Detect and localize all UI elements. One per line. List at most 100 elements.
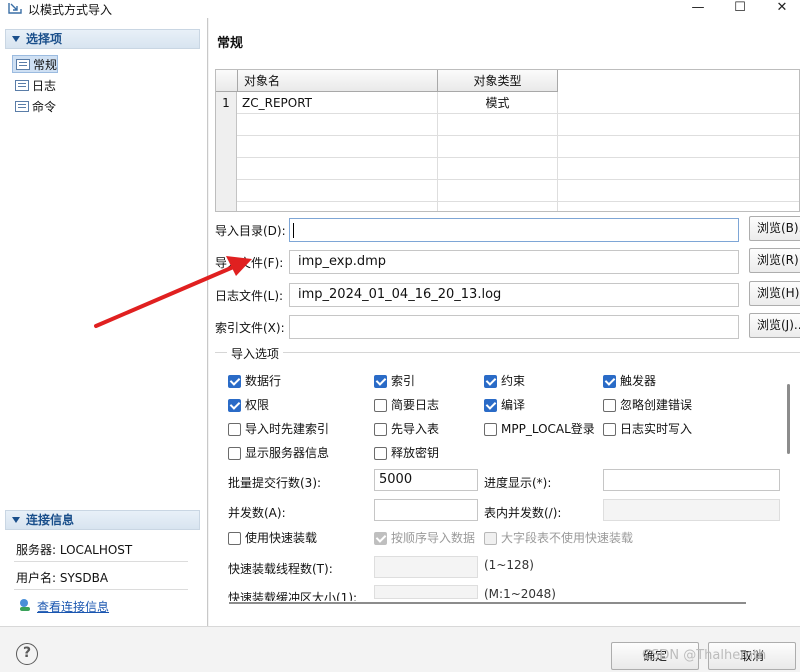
import-dir-row: 导入目录(D): 浏览(B)... bbox=[215, 216, 800, 242]
import-options-title: 导入选项 bbox=[227, 345, 284, 362]
checkbox-show-server-info[interactable]: 显示服务器信息 bbox=[228, 446, 329, 462]
checkbox-box bbox=[374, 447, 387, 460]
connection-section-header[interactable]: 连接信息 bbox=[5, 510, 200, 530]
collapse-triangle-icon bbox=[12, 517, 20, 523]
list-icon bbox=[16, 59, 30, 70]
title-bar: 以模式方式导入 — ☐ ✕ bbox=[0, 0, 800, 18]
import-file-input[interactable]: imp_exp.dmp bbox=[289, 250, 739, 274]
checkbox-no-fast-large-field[interactable]: 大字段表不使用快速装载 bbox=[484, 531, 633, 547]
table-row[interactable] bbox=[216, 158, 799, 180]
checkbox-release-key[interactable]: 释放密钥 bbox=[374, 446, 439, 462]
checkbox-ignore-errors[interactable]: 忽略创建错误 bbox=[603, 398, 692, 414]
checkbox-box bbox=[484, 375, 497, 388]
fast-threads-input[interactable] bbox=[374, 556, 478, 578]
row-number bbox=[216, 180, 237, 202]
cell[interactable] bbox=[238, 158, 438, 180]
browse-log-button[interactable]: 浏览(H)... bbox=[749, 281, 800, 306]
column-header-type[interactable]: 对象类型 bbox=[438, 70, 558, 92]
collapse-triangle-icon bbox=[12, 36, 20, 42]
checkbox-brief-log[interactable]: 简要日志 bbox=[374, 398, 439, 414]
checkbox-box bbox=[228, 532, 241, 545]
fast-threads-label: 快速装载线程数(T): bbox=[228, 562, 333, 576]
row-number bbox=[216, 114, 237, 136]
table-corner bbox=[216, 70, 238, 92]
connection-info-icon bbox=[20, 599, 30, 611]
index-file-row: 索引文件(X): 浏览(J)... bbox=[215, 313, 800, 339]
table-row[interactable] bbox=[216, 180, 799, 202]
index-file-input[interactable] bbox=[289, 315, 739, 339]
checkbox-trigger[interactable]: 触发器 bbox=[603, 374, 656, 390]
checkbox-constraint[interactable]: 约束 bbox=[484, 374, 525, 390]
row-number bbox=[216, 136, 237, 158]
checkbox-fast-load[interactable]: 使用快速装载 bbox=[228, 531, 317, 547]
cell[interactable] bbox=[238, 180, 438, 202]
options-section-header[interactable]: 选择项 bbox=[5, 29, 200, 49]
log-file-input[interactable]: imp_2024_01_04_16_20_13.log bbox=[289, 283, 739, 307]
checkbox-privilege[interactable]: 权限 bbox=[228, 398, 269, 414]
checkbox-box bbox=[228, 399, 241, 412]
checkbox-box bbox=[603, 423, 616, 436]
checkbox-compile[interactable]: 编译 bbox=[484, 398, 525, 414]
sidebar-item-command[interactable]: 命令 bbox=[14, 98, 56, 116]
sidebar-item-log[interactable]: 日志 bbox=[14, 77, 56, 95]
checkbox-mpp-local-login[interactable]: MPP_LOCAL登录 bbox=[484, 422, 595, 438]
cell[interactable] bbox=[238, 202, 438, 211]
checkbox-data-rows[interactable]: 数据行 bbox=[228, 374, 281, 390]
cell[interactable] bbox=[438, 180, 558, 202]
sidebar-item-label: 命令 bbox=[32, 100, 57, 114]
cell[interactable] bbox=[438, 202, 558, 211]
table-row[interactable]: 1 ZC_REPORT 模式 bbox=[216, 92, 799, 114]
minimize-button[interactable]: — bbox=[678, 0, 718, 18]
checkbox-index[interactable]: 索引 bbox=[374, 374, 415, 390]
row-number bbox=[216, 202, 237, 211]
fast-buffer-input[interactable] bbox=[374, 585, 478, 599]
sidebar-item-label: 日志 bbox=[32, 79, 57, 93]
checkbox-box bbox=[484, 532, 497, 545]
checkbox-build-index-first[interactable]: 导入时先建索引 bbox=[228, 422, 329, 438]
import-file-row: 导入文件(F): imp_exp.dmp 浏览(R)... bbox=[215, 248, 800, 274]
table-row[interactable] bbox=[216, 202, 799, 211]
progress-input[interactable] bbox=[603, 469, 780, 491]
checkbox-log-realtime[interactable]: 日志实时写入 bbox=[603, 422, 692, 438]
close-button[interactable]: ✕ bbox=[762, 0, 800, 18]
log-file-label: 日志文件(L): bbox=[215, 289, 284, 303]
checkbox-box bbox=[374, 399, 387, 412]
checkbox-box bbox=[603, 375, 616, 388]
help-icon[interactable]: ? bbox=[16, 643, 38, 665]
cell-object-name[interactable]: ZC_REPORT bbox=[238, 92, 438, 114]
page-title: 常规 bbox=[217, 36, 244, 51]
row-number: 1 bbox=[216, 92, 237, 114]
browse-dir-button[interactable]: 浏览(B)... bbox=[749, 216, 800, 241]
cell[interactable] bbox=[438, 136, 558, 158]
table-parallel-input[interactable] bbox=[603, 499, 780, 521]
browse-file-button[interactable]: 浏览(R)... bbox=[749, 248, 800, 273]
cell[interactable] bbox=[438, 114, 558, 136]
server-info: 服务器: LOCALHOST bbox=[16, 543, 133, 557]
column-header-name[interactable]: 对象名 bbox=[238, 70, 438, 92]
table-parallel-label: 表内并发数(/): bbox=[484, 506, 562, 520]
vertical-scrollbar[interactable] bbox=[787, 384, 790, 454]
batch-rows-input[interactable]: 5000 bbox=[374, 469, 478, 491]
import-dir-input[interactable] bbox=[289, 218, 739, 242]
cell-object-type[interactable]: 模式 bbox=[438, 92, 558, 114]
batch-rows-label: 批量提交行数(3): bbox=[228, 476, 322, 490]
view-connection-link[interactable]: 查看连接信息 bbox=[37, 598, 109, 615]
cell[interactable] bbox=[238, 114, 438, 136]
checkbox-box bbox=[228, 375, 241, 388]
browse-index-button[interactable]: 浏览(J)... bbox=[749, 313, 800, 338]
divider bbox=[14, 561, 188, 562]
table-row[interactable] bbox=[216, 114, 799, 136]
parallel-input[interactable] bbox=[374, 499, 478, 521]
maximize-button[interactable]: ☐ bbox=[720, 0, 760, 18]
checkbox-order-import[interactable]: 按顺序导入数据 bbox=[374, 531, 475, 547]
horizontal-scrollbar[interactable] bbox=[229, 602, 746, 604]
row-number bbox=[216, 158, 237, 180]
cell[interactable] bbox=[238, 136, 438, 158]
table-row[interactable] bbox=[216, 136, 799, 158]
fast-threads-range: (1~128) bbox=[484, 558, 534, 572]
checkbox-import-table-first[interactable]: 先导入表 bbox=[374, 422, 439, 438]
sidebar-item-general[interactable]: 常规 bbox=[12, 55, 58, 73]
import-options-group: 导入选项 数据行 索引 约束 触发器 权限 简要日志 编译 忽略创建错误 导入时… bbox=[215, 345, 800, 622]
import-dir-label: 导入目录(D): bbox=[215, 224, 286, 238]
cell[interactable] bbox=[438, 158, 558, 180]
